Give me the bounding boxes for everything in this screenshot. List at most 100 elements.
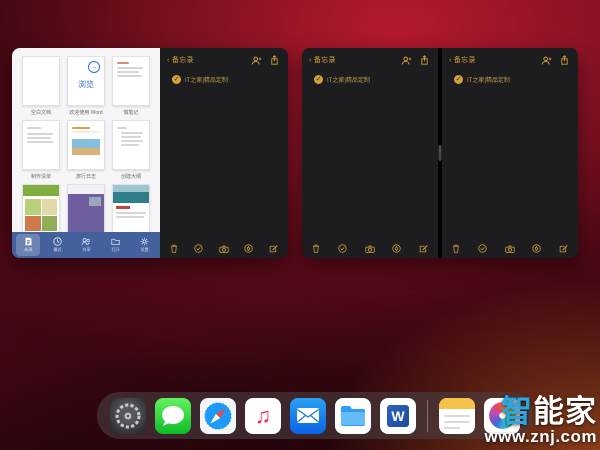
- back-button: ‹ 备忘录: [309, 57, 336, 64]
- dock-divider: [427, 399, 428, 432]
- share-icon: [561, 55, 568, 65]
- watermark-brand: 智能家: [484, 396, 597, 428]
- arrow-circle-icon: →: [88, 61, 100, 73]
- clock-icon: [52, 237, 62, 246]
- back-button: ‹ 备忘录: [167, 57, 194, 64]
- word-tab-label: 设置: [139, 247, 149, 252]
- template-create-outline: 创建大纲: [112, 120, 150, 180]
- files-app-icon[interactable]: [335, 397, 371, 434]
- checklist-icon: [338, 244, 347, 253]
- messages-app-icon[interactable]: [155, 397, 191, 434]
- word-tab-settings: 设置: [132, 234, 156, 256]
- beach-photo-placeholder: [72, 139, 100, 155]
- watermark-url: www.znj.com: [484, 426, 597, 446]
- camera-icon: [504, 245, 515, 253]
- checklist-item: ✓ IT之家|精品定制: [172, 75, 288, 84]
- safari-app-icon[interactable]: [200, 397, 236, 434]
- template-blank-document: 空白文档: [22, 56, 60, 116]
- add-people-icon: [251, 56, 262, 65]
- template-thumbnail: → 浏览: [67, 56, 105, 106]
- compass-icon: [204, 401, 232, 430]
- template-label: 制作清单: [30, 174, 51, 180]
- template-thumbnail: [22, 184, 60, 234]
- markup-pen-icon: [244, 244, 253, 253]
- split-view-card-notes-notes[interactable]: ‹ 备忘录 ✓ IT之家|精品定制 ‹ 备忘录 ✓ IT之家|精品定制: [302, 48, 578, 258]
- notes-bottom-toolbar: [312, 244, 428, 253]
- notes-pane-1[interactable]: ‹ 备忘录 ✓ IT之家|精品定制: [160, 48, 288, 258]
- music-note-icon: ♫: [254, 402, 272, 428]
- notes-bottom-toolbar: [170, 244, 278, 253]
- ipad-app-switcher-screen: 空白文档 → 浏览 欢迎使用 Word 做笔记 制作清单 旅行日志 创建大纲 新…: [0, 0, 600, 450]
- notes-yellow-band: [439, 397, 475, 409]
- share-icon: [271, 55, 278, 65]
- people-icon: [81, 238, 90, 246]
- notes-app-icon[interactable]: [439, 397, 475, 434]
- template-thumbnail: [22, 120, 60, 170]
- template-take-notes: 做笔记: [112, 56, 150, 116]
- template-label: 旅行日志: [75, 174, 96, 180]
- checklist-item-text: IT之家|精品定制: [185, 78, 228, 84]
- word-logo: W: [387, 404, 409, 427]
- compose-icon: [419, 245, 428, 253]
- template-thumbnail: [112, 120, 150, 170]
- checked-circle-icon: ✓: [454, 75, 463, 84]
- new-document-icon: [25, 237, 31, 246]
- markup-pen-icon: [532, 244, 541, 253]
- word-tab-label: 新建: [23, 247, 33, 252]
- compose-icon: [559, 245, 568, 253]
- word-tab-label: 共享: [81, 247, 91, 252]
- checklist-icon: [478, 244, 487, 253]
- camera-icon: [364, 245, 375, 253]
- template-label: 创建大纲: [120, 174, 141, 180]
- notes-header: ‹ 备忘录: [442, 48, 578, 65]
- notes-bottom-toolbar: [452, 244, 568, 253]
- checklist-item: ✓ IT之家|精品定制: [314, 75, 438, 84]
- template-welcome-word: → 浏览 欢迎使用 Word: [67, 56, 105, 116]
- watermark-brand-accent: 智: [501, 394, 533, 430]
- checked-circle-icon: ✓: [314, 75, 323, 84]
- template-thumbnail: [112, 56, 150, 106]
- template-travel-journal: 旅行日志: [67, 120, 105, 180]
- trash-icon: [453, 244, 459, 253]
- notes-pane-2[interactable]: ‹ 备忘录 ✓ IT之家|精品定制: [302, 48, 438, 258]
- word-tab-shared: 共享: [74, 234, 98, 256]
- music-app-icon[interactable]: ♫: [245, 397, 281, 434]
- template-overlay-text: 浏览: [78, 80, 94, 89]
- template-thumbnail: [22, 56, 60, 106]
- compose-icon: [269, 245, 278, 253]
- markup-pen-icon: [392, 244, 401, 253]
- checklist-item: ✓ IT之家|精品定制: [454, 75, 578, 84]
- back-button: ‹ 备忘录: [449, 57, 476, 64]
- mail-app-icon[interactable]: [290, 397, 326, 434]
- word-app-pane[interactable]: 空白文档 → 浏览 欢迎使用 Word 做笔记 制作清单 旅行日志 创建大纲 新…: [12, 48, 160, 258]
- word-tab-label: 打开: [110, 247, 120, 252]
- watermark: 智能家 www.znj.com: [484, 396, 597, 445]
- share-icon: [421, 55, 428, 65]
- checklist-icon: [194, 244, 203, 253]
- template-make-list: 制作清单: [22, 120, 60, 180]
- template-thumbnail: [112, 184, 150, 234]
- split-view-card-word-notes[interactable]: 空白文档 → 浏览 欢迎使用 Word 做笔记 制作清单 旅行日志 创建大纲 新…: [12, 48, 288, 258]
- trash-icon: [171, 244, 177, 253]
- dock: ♫ W: [97, 392, 533, 439]
- template-thumbnail: [67, 184, 105, 234]
- settings-app-icon[interactable]: [110, 397, 146, 434]
- word-tab-open: 打开: [103, 234, 127, 256]
- template-thumbnail: [67, 120, 105, 170]
- add-people-icon: [541, 56, 552, 65]
- word-tab-recent: 最近: [45, 234, 69, 256]
- gear-icon: [115, 403, 141, 428]
- word-app-icon[interactable]: W: [380, 397, 416, 434]
- folder-icon: [341, 406, 365, 426]
- checklist-item-text: IT之家|精品定制: [467, 78, 510, 84]
- template-label: 做笔记: [123, 110, 139, 116]
- template-label: 空白文档: [30, 110, 51, 116]
- add-people-icon: [401, 56, 412, 65]
- gear-icon: [140, 237, 148, 246]
- envelope-icon: [297, 408, 319, 423]
- word-tab-new: 新建: [16, 234, 40, 256]
- notes-pane-3[interactable]: ‹ 备忘录 ✓ IT之家|精品定制: [442, 48, 578, 258]
- notes-header: ‹ 备忘录: [160, 48, 288, 65]
- watermark-brand-rest: 能家: [533, 394, 597, 430]
- speech-bubble-icon: [162, 405, 184, 426]
